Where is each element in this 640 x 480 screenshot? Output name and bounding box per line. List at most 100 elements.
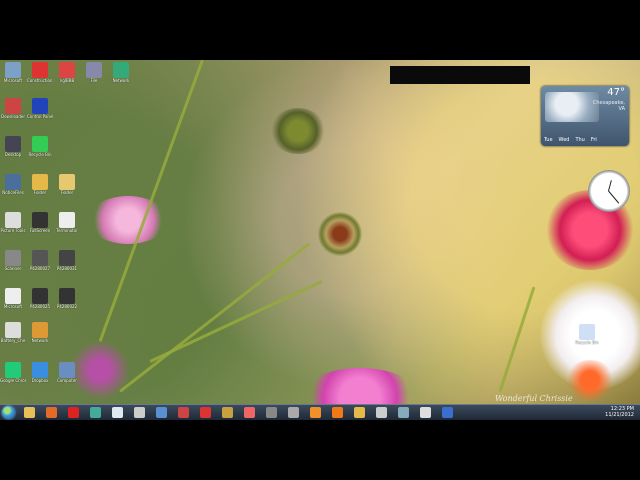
orange-circle-icon[interactable] xyxy=(310,407,321,418)
flag-icon[interactable] xyxy=(266,407,277,418)
desktop-icon[interactable]: Network xyxy=(108,62,134,83)
vlc-icon[interactable] xyxy=(332,407,343,418)
recycle-icon xyxy=(32,136,48,152)
desktop-icon[interactable]: Dropbox xyxy=(27,362,53,383)
desktop-icon[interactable]: Recycle Bin xyxy=(574,324,600,345)
desktop-icon[interactable]: P4280022 xyxy=(54,288,80,309)
photo-icon xyxy=(32,250,48,266)
desktop-icon[interactable]: P4280031 xyxy=(54,250,80,271)
pencil-icon[interactable] xyxy=(222,407,233,418)
desktop-icon[interactable]: Folder xyxy=(27,174,53,195)
pin-icon[interactable] xyxy=(376,407,387,418)
desktop-icon[interactable]: Microsoft xyxy=(0,288,26,309)
globe-icon xyxy=(32,98,48,114)
picasa-icon[interactable] xyxy=(244,407,255,418)
shield-icon[interactable] xyxy=(200,407,211,418)
desktop-icon-label: Network xyxy=(112,78,130,83)
puzzle-icon xyxy=(32,62,48,78)
desktop-icon-label: Battery_Che xyxy=(0,338,26,343)
desktop-icon[interactable]: P4280027 xyxy=(27,250,53,271)
download-icon[interactable] xyxy=(156,407,167,418)
desktop: Microsoft Construction Battle nglBBB File Ne… xyxy=(0,60,640,420)
monitor-icon xyxy=(32,212,48,228)
desktop-icon-label: Microsoft xyxy=(3,304,23,309)
network-icon xyxy=(113,62,129,78)
desktop-icon-label: P4280025 xyxy=(29,304,51,309)
opera-icon[interactable] xyxy=(68,407,79,418)
dropbox-icon xyxy=(32,362,48,378)
drive-icon[interactable] xyxy=(288,407,299,418)
stem xyxy=(498,286,536,392)
monitor-icon xyxy=(5,62,21,78)
network-icon[interactable] xyxy=(398,407,409,418)
anime-icon xyxy=(5,98,21,114)
monitor-icon[interactable] xyxy=(442,407,453,418)
start-button[interactable] xyxy=(2,406,15,419)
desktop-icon[interactable]: NoticeFiles xyxy=(0,174,26,195)
forecast-day: Fri xyxy=(590,137,597,143)
folder-icon xyxy=(32,174,48,190)
desktop-icon[interactable]: Control Panel xyxy=(27,98,53,119)
black-bar xyxy=(390,66,530,84)
desktop-icon[interactable]: Network xyxy=(27,322,53,343)
chrome-icon xyxy=(5,362,21,378)
desktop-icon[interactable]: Battery_Che xyxy=(0,322,26,343)
desktop-icon-label: P4280022 xyxy=(56,304,78,309)
tool-icon xyxy=(32,322,48,338)
forecast-day: Wed xyxy=(558,137,570,143)
desktop-icon[interactable]: Downloader xyxy=(0,98,26,119)
green-bud xyxy=(270,108,326,154)
weather-temperature: 47° xyxy=(607,87,625,98)
weather-gadget[interactable]: 47° Chesapeake, VA Tue Wed Thu Fri xyxy=(541,86,629,146)
clock-gadget[interactable] xyxy=(588,170,630,212)
desktop-icon[interactable]: Desktop xyxy=(0,136,26,157)
desktop-icon[interactable]: Terminator xyxy=(54,212,80,233)
folder-icon xyxy=(59,174,75,190)
alien-icon[interactable] xyxy=(134,407,145,418)
desktop-icon-label: Recycle Bin xyxy=(575,340,599,345)
desktop-icon[interactable]: File xyxy=(81,62,107,83)
system-clock[interactable]: 12:23 PM 11/21/2012 xyxy=(605,406,634,418)
scanner-icon xyxy=(5,250,21,266)
desktop-icon-label: Scanner xyxy=(4,266,22,271)
firefox-icon[interactable] xyxy=(46,407,57,418)
desktop-icon[interactable]: nglBBB xyxy=(54,62,80,83)
terminal-icon xyxy=(86,62,102,78)
desktop-icon-label: Recycle Bin xyxy=(28,152,52,157)
document-icon xyxy=(5,322,21,338)
desktop-icon[interactable]: Recycle Bin xyxy=(27,136,53,157)
desktop-icon[interactable]: P4280025 xyxy=(27,288,53,309)
desktop-icon[interactable]: Construction Battle xyxy=(27,62,53,83)
camera-icon xyxy=(5,212,21,228)
desktop-icon-label: File xyxy=(90,78,98,83)
photo-icon xyxy=(32,288,48,304)
desktop-icon-label: Construction Battle xyxy=(27,78,53,83)
media-icon[interactable] xyxy=(178,407,189,418)
desktop-icon-label: nglBBB xyxy=(59,78,75,83)
desktop-icon-label: NoticeFiles xyxy=(2,190,24,195)
desktop-icon-label: Microsoft xyxy=(3,78,23,83)
explorer-icon[interactable] xyxy=(24,407,35,418)
folder-icon[interactable] xyxy=(354,407,365,418)
desktop-icon[interactable]: FullScreen xyxy=(27,212,53,233)
desktop-icon-label: Picture Tools xyxy=(0,228,26,233)
desktop-icon[interactable]: Google Chrome xyxy=(0,362,26,383)
stem xyxy=(149,279,323,363)
wallpaper-signature: Wonderful Chrissie xyxy=(495,394,573,403)
forecast-day: Tue xyxy=(544,137,553,143)
photo-icon xyxy=(59,288,75,304)
desktop-icon-label: Computer xyxy=(57,378,77,383)
document-icon[interactable] xyxy=(112,407,123,418)
desktop-icon[interactable]: Folder xyxy=(54,174,80,195)
taskbar: 12:23 PM 11/21/2012 xyxy=(0,404,640,420)
desktop-icon[interactable]: Scanner xyxy=(0,250,26,271)
desktop-icon-label: Dropbox xyxy=(31,378,49,383)
photo-icon xyxy=(59,250,75,266)
desktop-icon[interactable]: Microsoft xyxy=(0,62,26,83)
clock-minute-hand xyxy=(608,190,620,204)
chrome-icon[interactable] xyxy=(90,407,101,418)
speaker-icon[interactable] xyxy=(420,407,431,418)
desktop-icon[interactable]: Picture Tools xyxy=(0,212,26,233)
window-icon xyxy=(5,174,21,190)
desktop-icon[interactable]: Computer xyxy=(54,362,80,383)
